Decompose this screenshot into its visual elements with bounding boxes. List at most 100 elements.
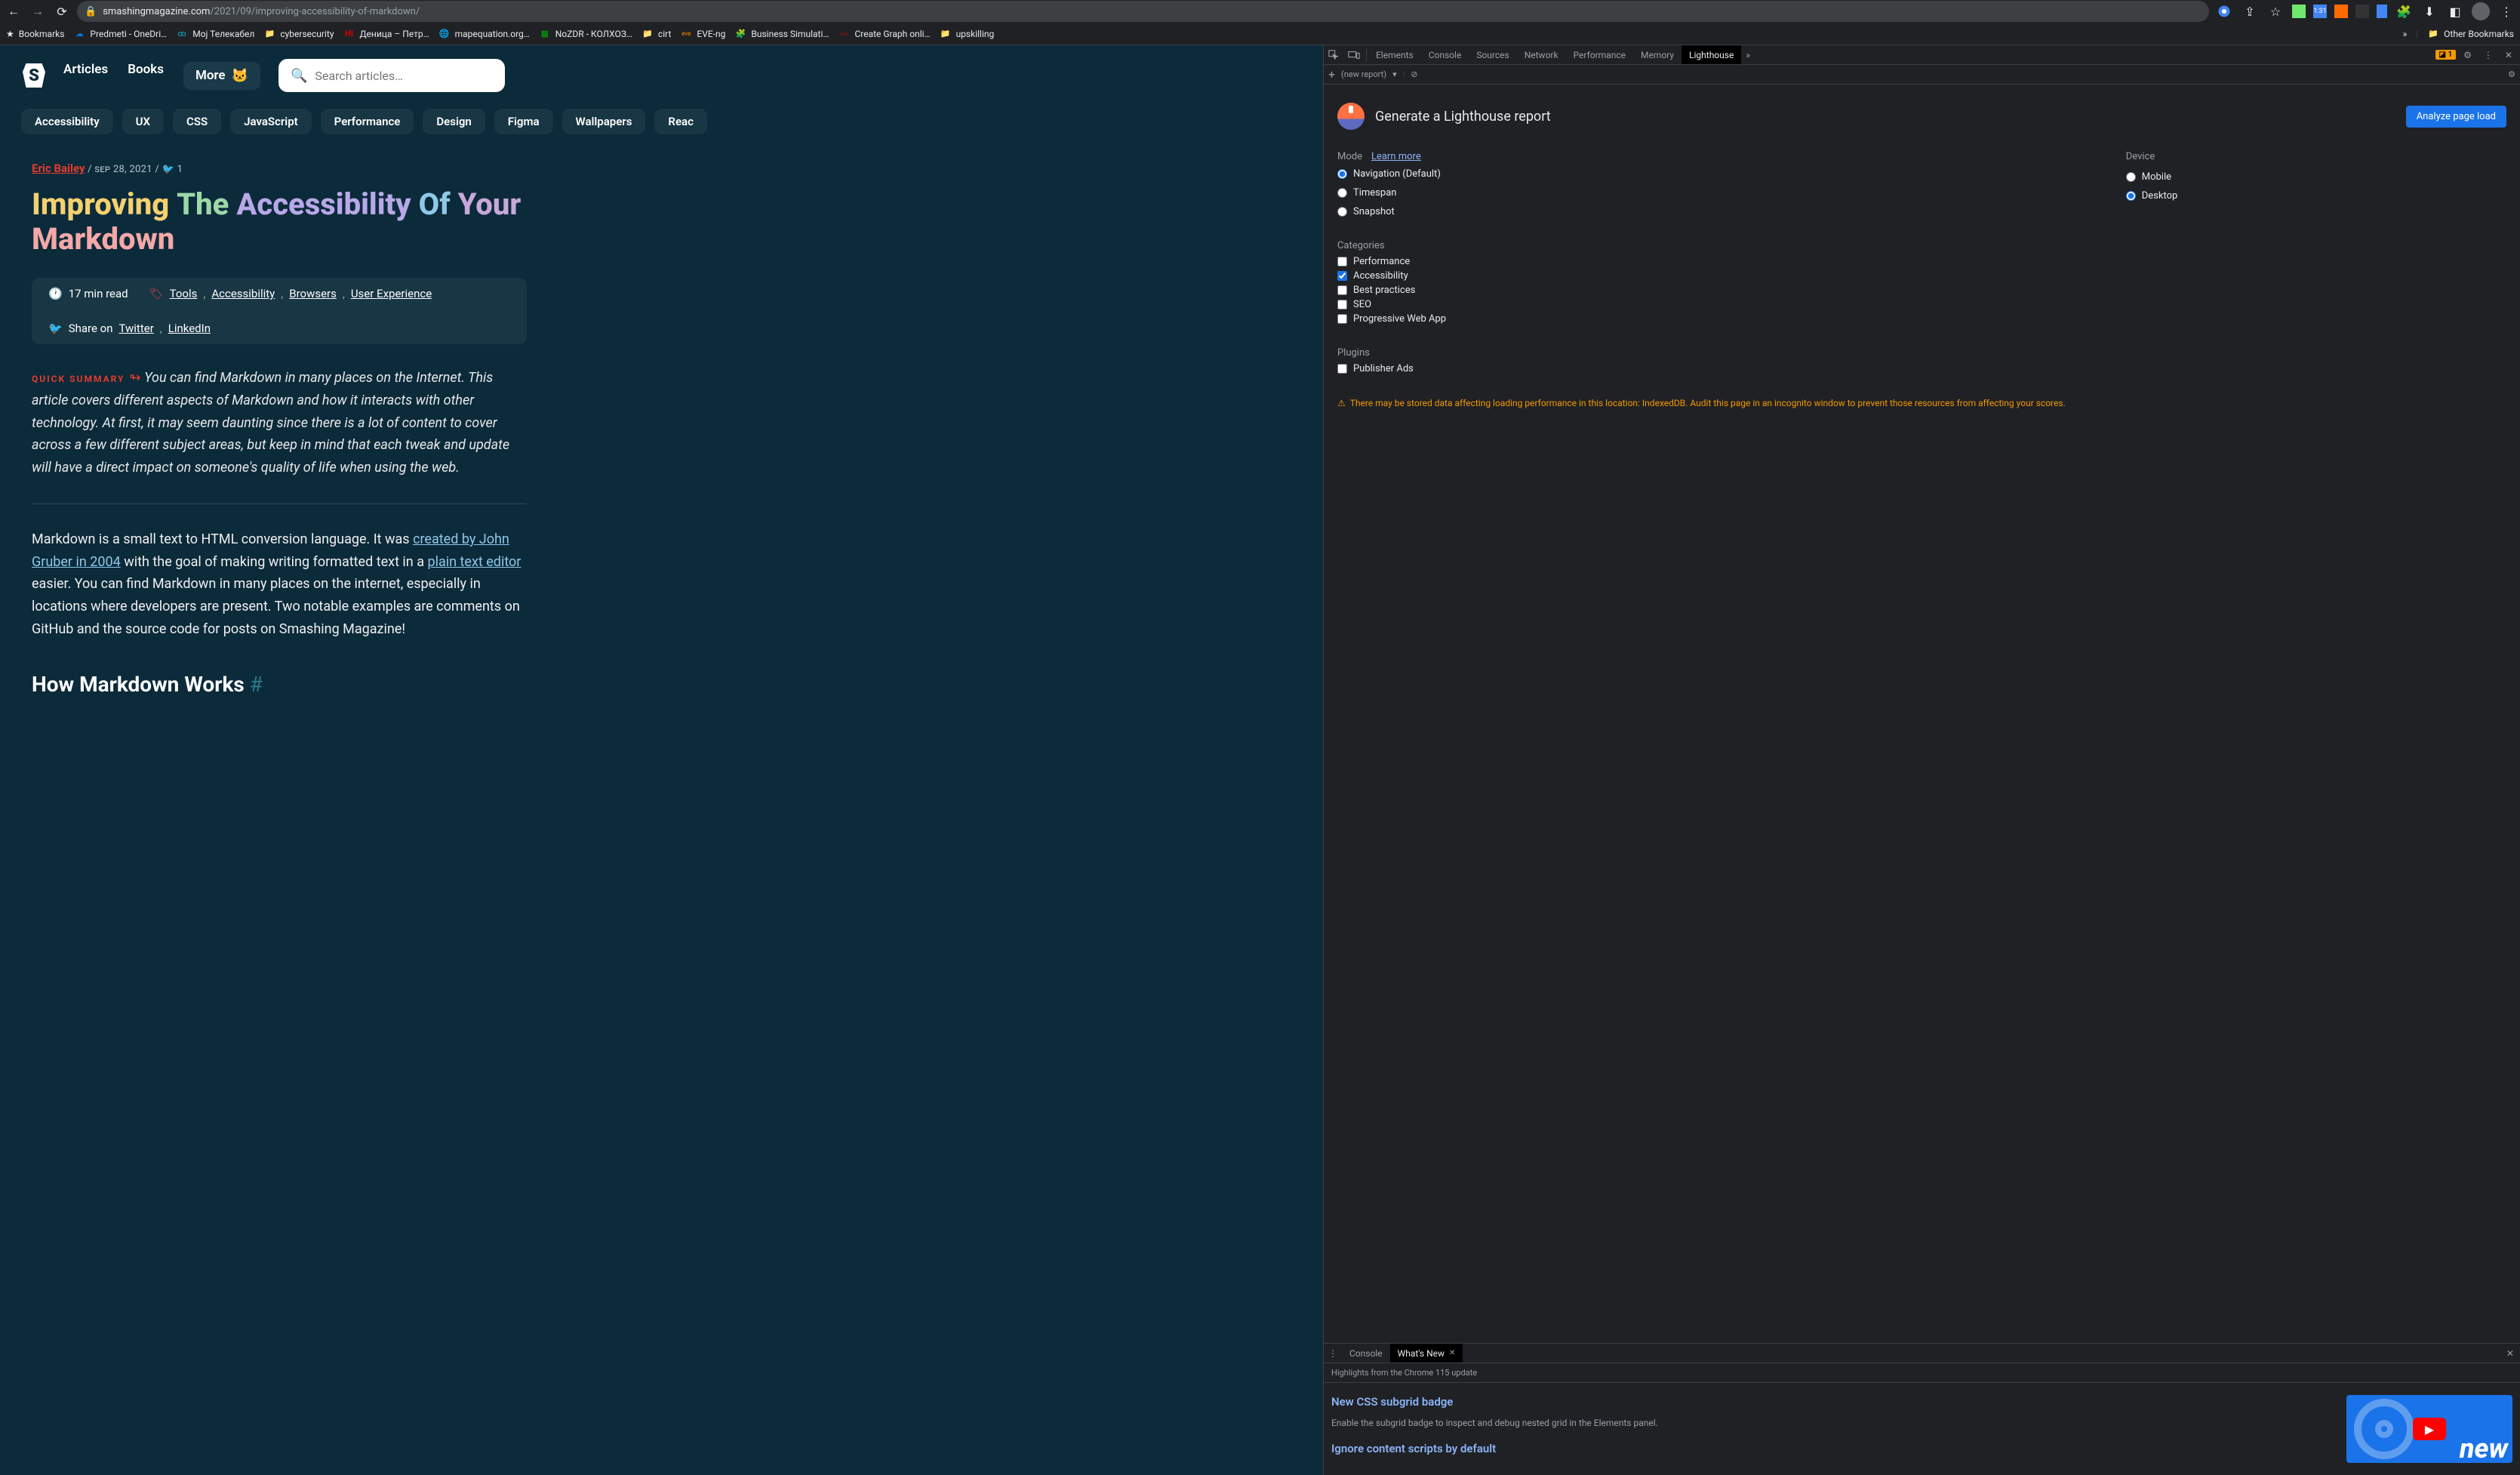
- nav-books[interactable]: Books: [128, 62, 164, 90]
- more-icon[interactable]: ⋮: [2479, 50, 2497, 60]
- extension-doc-icon[interactable]: [2377, 5, 2387, 18]
- bookmarks-star[interactable]: ★ Bookmarks: [6, 29, 64, 39]
- heading-anchor[interactable]: #: [250, 672, 263, 697]
- tag-css[interactable]: CSS: [173, 109, 221, 134]
- extension-qr-icon[interactable]: [2355, 5, 2369, 18]
- back-button[interactable]: ←: [5, 2, 23, 20]
- tab-memory[interactable]: Memory: [1633, 45, 1682, 64]
- lighthouse-settings-icon[interactable]: ⚙: [2508, 69, 2515, 79]
- tab-sources[interactable]: Sources: [1469, 45, 1516, 64]
- close-tab-icon[interactable]: ✕: [1449, 1349, 1455, 1357]
- extension-timer-icon[interactable]: 1:31: [2313, 5, 2327, 18]
- search-input[interactable]: [315, 69, 493, 83]
- drawer-tab-console[interactable]: Console: [1342, 1344, 1390, 1363]
- google-icon[interactable]: [2215, 2, 2233, 20]
- tab-elements[interactable]: Elements: [1368, 45, 1421, 64]
- device-desktop[interactable]: Desktop: [2126, 189, 2178, 203]
- drawer-tab-whatsnew[interactable]: What's New✕: [1390, 1344, 1463, 1363]
- author-link[interactable]: Eric Bailey: [32, 162, 85, 175]
- extension-orange-icon[interactable]: [2334, 5, 2348, 18]
- quick-summary: QUICK SUMMARY↬ You can find Markdown in …: [32, 367, 527, 479]
- comment-count[interactable]: 1: [177, 164, 183, 175]
- share-icon[interactable]: ⇪: [2241, 2, 2259, 20]
- cat-bestpractices[interactable]: Best practices: [1337, 283, 2066, 297]
- tag-tools[interactable]: Tools: [170, 287, 198, 300]
- warning-icon: ⚠: [1337, 398, 1346, 408]
- tag-javascript[interactable]: JavaScript: [230, 109, 312, 134]
- whatsnew-video-thumbnail[interactable]: ▶ new: [2346, 1395, 2512, 1463]
- analyze-button[interactable]: Analyze page load: [2406, 106, 2506, 128]
- clear-icon[interactable]: ⊘: [1411, 69, 1417, 79]
- tag-design[interactable]: Design: [423, 109, 485, 134]
- bookmark-cirt[interactable]: 📁cirt: [642, 28, 671, 40]
- drawer-menu-icon[interactable]: ⋮: [1324, 1344, 1342, 1363]
- reload-button[interactable]: ⟳: [53, 2, 71, 20]
- tag-ux[interactable]: UX: [122, 109, 164, 134]
- new-report-button[interactable]: +: [1328, 67, 1335, 82]
- dropdown-chevron-icon[interactable]: ▾: [1392, 69, 1397, 79]
- bookmark-mapequation[interactable]: 🌐mapequation.org…: [438, 28, 530, 40]
- downloads-icon[interactable]: ⬇: [2420, 2, 2438, 20]
- tag-browsers[interactable]: Browsers: [289, 287, 337, 300]
- mode-timespan[interactable]: Timespan: [1337, 186, 2066, 200]
- bookmarks-overflow[interactable]: »: [2403, 29, 2408, 39]
- bookmark-upskilling[interactable]: 📁upskilling: [940, 28, 995, 40]
- tab-network[interactable]: Network: [1517, 45, 1566, 64]
- mode-navigation[interactable]: Navigation (Default): [1337, 167, 2066, 181]
- close-devtools-icon[interactable]: ✕: [2500, 50, 2517, 60]
- tag-a11y[interactable]: Accessibility: [211, 287, 275, 300]
- bookmark-denica[interactable]: HIДеница – Петр…: [343, 28, 429, 40]
- tag-wallpapers[interactable]: Wallpapers: [562, 109, 646, 134]
- plugin-publisherads[interactable]: Publisher Ads: [1337, 362, 2066, 376]
- tab-console[interactable]: Console: [1421, 45, 1469, 64]
- issues-badge[interactable]: ◪ 1: [2435, 50, 2457, 60]
- tag-performance[interactable]: Performance: [321, 109, 414, 134]
- device-toggle-icon[interactable]: [1343, 45, 1365, 64]
- report-dropdown[interactable]: (new report): [1341, 69, 1386, 79]
- extensions-icon[interactable]: 🧩: [2395, 2, 2413, 20]
- menu-icon[interactable]: ⋮: [2497, 2, 2515, 20]
- tab-performance[interactable]: Performance: [1566, 45, 1633, 64]
- whatsnew-h2[interactable]: Ignore content scripts by default: [1331, 1442, 2334, 1455]
- sidepanel-icon[interactable]: ◧: [2446, 2, 2464, 20]
- tabs-overflow-icon[interactable]: »: [1741, 45, 1755, 64]
- drawer-close-icon[interactable]: ✕: [2500, 1348, 2520, 1359]
- device-mobile[interactable]: Mobile: [2126, 170, 2178, 184]
- tag-ux-link[interactable]: User Experience: [351, 287, 432, 300]
- tab-lighthouse[interactable]: Lighthouse: [1682, 45, 1741, 64]
- nav-articles[interactable]: Articles: [63, 62, 108, 90]
- bookmark-business[interactable]: 🧩Business Simulati…: [734, 28, 829, 40]
- whatsnew-h1[interactable]: New CSS subgrid badge: [1331, 1395, 2334, 1409]
- tag-react[interactable]: Reac: [654, 109, 706, 134]
- tag-figma[interactable]: Figma: [494, 109, 553, 134]
- other-bookmarks[interactable]: 📁Other Bookmarks: [2427, 28, 2514, 40]
- profile-avatar[interactable]: [2472, 2, 2490, 20]
- bookmark-eveng[interactable]: eveEVE-ng: [680, 28, 725, 40]
- cat-performance[interactable]: Performance: [1337, 254, 2066, 269]
- bookmark-onedrive[interactable]: ☁Predmeti - OneDri…: [73, 28, 167, 40]
- cat-accessibility[interactable]: Accessibility: [1337, 269, 2066, 283]
- link-plaintext[interactable]: plain text editor: [427, 554, 521, 570]
- cat-pwa[interactable]: Progressive Web App: [1337, 312, 2066, 326]
- address-bar[interactable]: 🔒 smashingmagazine.com/2021/09/improving…: [77, 1, 2209, 22]
- settings-icon[interactable]: ⚙: [2459, 50, 2476, 60]
- tag-accessibility[interactable]: Accessibility: [21, 109, 113, 134]
- bookmark-cybersecurity[interactable]: 📁cybersecurity: [263, 28, 334, 40]
- share-twitter[interactable]: Twitter: [118, 322, 153, 335]
- smashing-logo[interactable]: S: [23, 63, 45, 88]
- extension-green-icon[interactable]: [2292, 5, 2306, 18]
- forward-button[interactable]: →: [29, 2, 47, 20]
- bookmark-creategraph[interactable]: 〰Create Graph onli…: [838, 28, 930, 40]
- star-icon[interactable]: ☆: [2266, 2, 2285, 20]
- share-linkedin[interactable]: LinkedIn: [168, 322, 211, 335]
- nav-more[interactable]: More 🐱: [183, 62, 260, 90]
- search-box[interactable]: 🔍: [278, 59, 505, 92]
- bookmark-telekabel[interactable]: ∞Мој Телекабел: [176, 28, 254, 40]
- article-title: Improving The Accessibility Of Your Mark…: [32, 187, 527, 257]
- inspect-element-icon[interactable]: [1324, 45, 1343, 64]
- divider: [32, 503, 527, 504]
- bookmark-nozdr[interactable]: ▦NoZDR - КОЛХОЗ…: [539, 28, 632, 40]
- cat-seo[interactable]: SEO: [1337, 297, 2066, 312]
- learn-more-link[interactable]: Learn more: [1371, 151, 1421, 162]
- mode-snapshot[interactable]: Snapshot: [1337, 205, 2066, 219]
